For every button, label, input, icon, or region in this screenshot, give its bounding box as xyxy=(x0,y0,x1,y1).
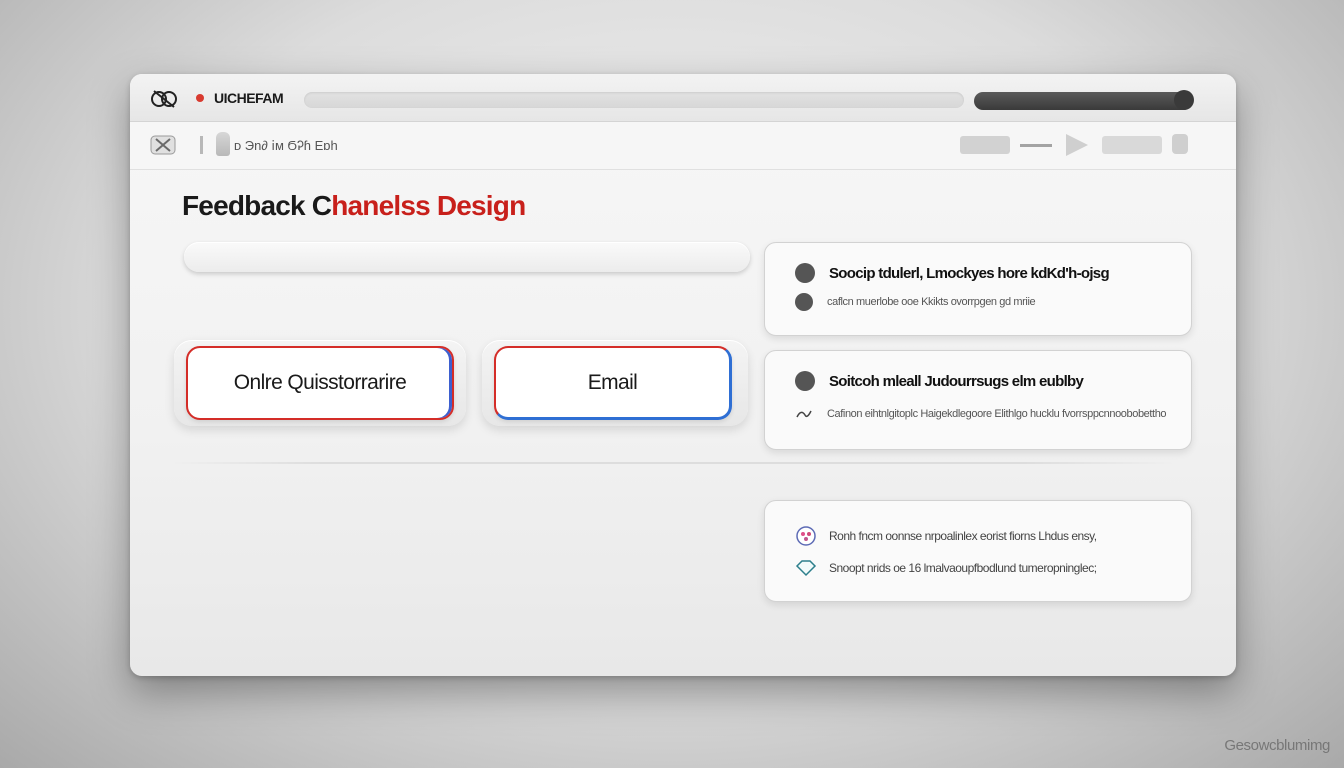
toolbar-button-3[interactable] xyxy=(1172,134,1188,154)
chevron-icon xyxy=(796,410,812,418)
card1-heading-row: Soocip tdulerl, Lmockyes hore kdKd'h-ojs… xyxy=(795,263,1110,283)
card3-item2: Snoopt nrids oe 16 lmalvaoupfbodlund tum… xyxy=(829,561,1097,575)
email-wrapper: Email xyxy=(482,340,748,426)
cursor-icon xyxy=(216,132,230,156)
card3-item1: Ronh fncm oonnse nrpoalinlex eorist fior… xyxy=(829,529,1097,543)
card1-sub-row: caflcn muerlobe ooe Kkikts ovorrpgen ɡd … xyxy=(795,293,1036,311)
app-window: UICHEFAM ᴅ Эn∂ 𝗂м ϬᎮɦ Eɒh Feedback Chane… xyxy=(130,74,1236,676)
toolbar-back-icon[interactable] xyxy=(150,134,176,156)
bullet-dot-icon xyxy=(795,371,815,391)
card1-subtext: caflcn muerlobe ooe Kkikts ovorrpgen ɡd … xyxy=(827,296,1036,308)
feedback-card-3[interactable]: Ronh fncm oonnse nrpoalinlex eorist fior… xyxy=(764,500,1192,602)
card2-heading: Soitcoh mleall Judourrsugs elm eublby xyxy=(829,372,1084,390)
search-input[interactable] xyxy=(184,242,750,272)
toolbar-button-2[interactable] xyxy=(1102,136,1162,154)
page-title: Feedback Chanelss Design xyxy=(182,190,526,222)
palette-icon xyxy=(796,526,816,546)
card2-sub-row: Cafinon eihtnlgitoplc Haigekdlegoore Eli… xyxy=(795,407,1167,421)
title-progress-bar[interactable] xyxy=(974,90,1194,110)
page-title-red: hanelss Design xyxy=(331,190,526,221)
app-logo-icon[interactable] xyxy=(150,86,178,110)
card3-item1-row: Ronh fncm oonnse nrpoalinlex eorist fior… xyxy=(795,525,1097,547)
toolbar-separator xyxy=(200,136,203,154)
card2-subtext: Cafinon eihtnlgitoplc Haigekdlegoore Eli… xyxy=(827,408,1167,420)
progress-knob[interactable] xyxy=(1174,90,1194,110)
bullet-dot-icon xyxy=(795,293,813,311)
toolbar-button-1[interactable] xyxy=(960,136,1010,154)
questionnaire-wrapper: Onlre Quisstorrarire xyxy=(174,340,466,426)
record-dot-icon xyxy=(196,94,204,102)
diamond-icon xyxy=(795,560,817,577)
card3-item2-row: Snoopt nrids oe 16 lmalvaoupfbodlund tum… xyxy=(795,559,1097,577)
play-icon[interactable] xyxy=(1066,134,1088,156)
bullet-dot-icon xyxy=(795,263,815,283)
card1-heading: Soocip tdulerl, Lmockyes hore kdKd'h-ojs… xyxy=(829,264,1110,282)
email-button[interactable]: Email xyxy=(494,346,732,420)
card2-heading-row: Soitcoh mleall Judourrsugs elm eublby xyxy=(795,371,1084,391)
page-title-black: Feedback C xyxy=(182,190,332,221)
section-divider xyxy=(170,462,1176,464)
title-bar: UICHEFAM xyxy=(130,74,1236,122)
app-name: UICHEFAM xyxy=(214,90,284,106)
feedback-card-1[interactable]: Soocip tdulerl, Lmockyes hore kdKd'h-ojs… xyxy=(764,242,1192,336)
toolbar: ᴅ Эn∂ 𝗂м ϬᎮɦ Eɒh xyxy=(130,122,1236,170)
toolbar-slider[interactable] xyxy=(1020,144,1052,147)
watermark: Gesowcblumimg xyxy=(1224,737,1330,754)
breadcrumb[interactable]: ᴅ Эn∂ 𝗂м ϬᎮɦ Eɒh xyxy=(234,138,338,154)
feedback-card-2[interactable]: Soitcoh mleall Judourrsugs elm eublby Ca… xyxy=(764,350,1192,450)
address-bar[interactable] xyxy=(304,92,964,108)
online-questionnaire-button[interactable]: Onlre Quisstorrarire xyxy=(186,346,454,420)
